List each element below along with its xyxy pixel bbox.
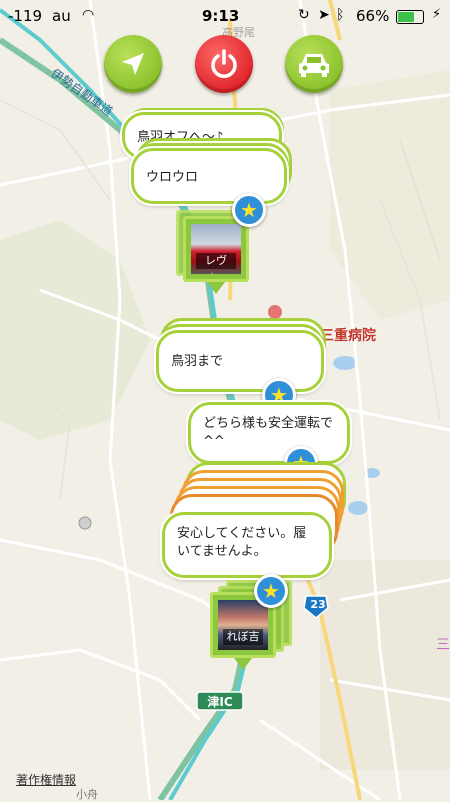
speech-bubble-2[interactable]: ウロウロ xyxy=(131,148,287,204)
photo-caption: レヴォ... xyxy=(196,253,236,274)
bubble-text: 安心してください。履いてませんよ。 xyxy=(177,526,307,559)
car-photo: レヴォ... xyxy=(191,224,241,274)
power-button[interactable] xyxy=(195,35,253,93)
signal-strength: -119 xyxy=(8,7,43,25)
speech-bubble-4[interactable]: どちら様も安全運転で^^ xyxy=(188,402,350,464)
carrier-name: au xyxy=(52,7,71,25)
car-icon xyxy=(299,54,329,77)
photo-pin-1[interactable]: レヴォ... xyxy=(183,216,249,282)
pin-pointer xyxy=(234,658,252,670)
speech-bubble-5[interactable]: 安心してください。履いてませんよ。 xyxy=(162,512,332,578)
bubble-text: どちら様も安全運転で^^ xyxy=(203,416,334,449)
attribution-link[interactable]: 著作権情報 xyxy=(16,771,76,788)
charging-bolt-icon: ⚡ xyxy=(432,7,442,22)
car-button[interactable] xyxy=(285,35,343,93)
hospital-label: 三重病院 xyxy=(320,328,376,344)
location-arrow-icon: ➤ xyxy=(318,7,330,23)
bubble-text: 鳥羽まで xyxy=(171,354,224,369)
photo-caption: れぼ吉 xyxy=(223,629,263,645)
navigate-arrow-icon xyxy=(122,53,144,75)
route-shield-number: 23 xyxy=(310,598,326,611)
clock: 9:13 xyxy=(202,7,240,25)
place-label-right: 三 xyxy=(436,637,450,653)
bluetooth-icon: ᛒ xyxy=(336,7,345,23)
bubble-text: ウロウロ xyxy=(146,170,199,185)
ic-label: 津IC xyxy=(207,695,233,709)
speech-bubble-3[interactable]: 鳥羽まで xyxy=(156,330,324,392)
orientation-lock-icon: ↻ xyxy=(298,7,310,23)
battery-percent: 66% xyxy=(356,7,390,25)
navigate-button[interactable] xyxy=(104,35,162,93)
favorite-star-icon[interactable]: ★ xyxy=(232,193,266,227)
car-photo: れぼ吉 xyxy=(218,600,268,650)
power-icon xyxy=(211,49,237,78)
wifi-icon: ◠ xyxy=(82,7,95,23)
battery-icon xyxy=(396,10,424,24)
favorite-star-icon[interactable]: ★ xyxy=(254,574,288,608)
pin-pointer xyxy=(207,282,225,294)
